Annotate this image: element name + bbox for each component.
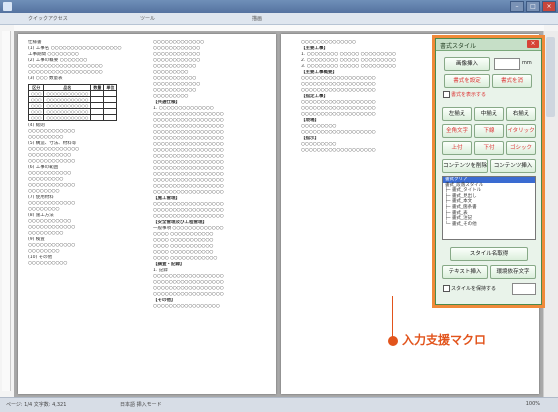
- gothic-button[interactable]: ゴシック: [506, 141, 536, 155]
- unit-label: mm: [522, 60, 532, 66]
- subscript-button[interactable]: 下付: [474, 141, 504, 155]
- text-line: (3) ○○○ 数量表: [28, 76, 63, 81]
- status-bar: ページ: 1/4 文字数: 4,321 日本語 挿入モード 100%: [0, 397, 558, 412]
- table-cell: [103, 114, 118, 121]
- insert-image-button[interactable]: 画像挿入: [444, 57, 490, 71]
- clear-style-button[interactable]: 書式を消: [492, 74, 532, 88]
- left-page-column-1: 仕様書 (1) 工事名 ○○○○○○○○○○○○○○○○○○ 工事期間 ○○○○○○…: [27, 40, 138, 267]
- ribbon-tab[interactable]: ツール: [140, 15, 155, 22]
- status-mode: 日本語 挿入モード: [120, 402, 162, 408]
- fullwidth-button[interactable]: 全角文字: [442, 124, 472, 138]
- table-cell: ○○○○○○○○○○○○: [43, 114, 92, 121]
- insert-content-button[interactable]: コンテンツ挿入: [490, 159, 536, 173]
- text-line: ○○○○○○○○○○○○○○○○○: [153, 304, 220, 309]
- table-cell: [90, 114, 105, 121]
- superscript-button[interactable]: 上付: [442, 141, 472, 155]
- ribbon-tab[interactable]: クイックアクセス: [28, 15, 68, 22]
- close-button[interactable]: ×: [542, 1, 556, 12]
- ribbon-tab[interactable]: 描画: [252, 15, 262, 22]
- table-cell: ○○○○○○○○○○○○: [43, 90, 92, 97]
- delete-content-button[interactable]: コンテンツを削除: [442, 159, 488, 173]
- table-row: ○○○ ○○○○○○○○○○○○: [27, 114, 118, 121]
- align-left-button[interactable]: 左揃え: [442, 107, 472, 121]
- ribbon-bar: クイックアクセス ツール 描画: [0, 13, 558, 25]
- table-cell: ○○○○○○○○○○○○: [43, 102, 92, 109]
- style-list[interactable]: 書式クリア 書式_段落スタイル ├─ 書式_タイトル ├─ 書式_見出し ├─ 書式_本…: [442, 176, 536, 240]
- set-style-button[interactable]: 書式を設定: [444, 74, 490, 88]
- get-style-name-button[interactable]: スタイル名取得: [450, 247, 528, 261]
- callout-label: 入力支援マクロ: [402, 333, 487, 347]
- text-line: ○○○○○○○○○○: [28, 261, 68, 266]
- right-page-column-1: ○○○○○○○○○○○○○○ 【主要工事】 1. ○○○○○○○○ ○○○○○ ○○…: [301, 40, 431, 154]
- panel-title-bar: 書式スタイル ×: [436, 39, 541, 51]
- style-macro-panel: 書式スタイル × 画像挿入 mm 書式を設定 書式を消 書式を表示する 左揃え …: [435, 38, 542, 305]
- callout-line: [392, 296, 393, 338]
- scroll-thumb[interactable]: [546, 37, 555, 117]
- left-page-column-2: ○○○○○○○○○○○○○ ○○○○○○○○○○○○ ○○○○○○○○○○○○ ○○○…: [153, 40, 263, 310]
- minimize-button[interactable]: –: [510, 1, 524, 12]
- keep-style-label: スタイルを保持する: [451, 286, 497, 292]
- text-line: ○○○○○○○○○○○○○○○○○○○: [301, 148, 376, 153]
- insert-text-button[interactable]: テキスト挿入: [442, 265, 488, 279]
- title-bar: – □ ×: [0, 0, 558, 13]
- vertical-scrollbar[interactable]: [543, 31, 558, 397]
- status-page-info: ページ: 1/4 文字数: 4,321: [6, 402, 67, 408]
- table-cell: ○○○○○○○○○○○○: [43, 108, 92, 115]
- keep-style-input[interactable]: [512, 283, 536, 295]
- panel-close-button[interactable]: ×: [527, 40, 539, 48]
- quantity-table: 区分 品名 数量 単位 ○○○ ○○○○○○○○○○○○ ○○○ ○○○○○○○○○○○○ ○○…: [27, 84, 118, 121]
- special-char-button[interactable]: 環境依存文字: [490, 265, 536, 279]
- maximize-button[interactable]: □: [526, 1, 540, 12]
- italic-button[interactable]: イタリック: [506, 124, 536, 138]
- table-cell: ○○○○○○○○○○○○: [43, 96, 92, 103]
- app-icon[interactable]: [3, 2, 12, 11]
- callout-dot: [388, 336, 398, 346]
- document-page-left[interactable]: 仕様書 (1) 工事名 ○○○○○○○○○○○○○○○○○○ 工事期間 ○○○○○○…: [18, 34, 276, 394]
- application-window: – □ × クイックアクセス ツール 描画 仕様書 (1) 工事名 ○○○○○○○…: [0, 0, 558, 412]
- keep-style-checkbox[interactable]: [443, 285, 450, 292]
- underline-button[interactable]: 下線: [474, 124, 504, 138]
- status-zoom[interactable]: 100%: [526, 401, 540, 407]
- size-input[interactable]: [494, 58, 520, 70]
- align-right-button[interactable]: 右揃え: [506, 107, 536, 121]
- table-cell: ○○○: [27, 114, 45, 121]
- panel-title: 書式スタイル: [440, 43, 477, 50]
- vertical-ruler: [2, 31, 11, 391]
- style-list-item[interactable]: └─ 書式_その他: [443, 222, 535, 228]
- show-style-checkbox[interactable]: [443, 91, 450, 98]
- align-center-button[interactable]: 中揃え: [474, 107, 504, 121]
- show-style-label: 書式を表示する: [451, 92, 487, 98]
